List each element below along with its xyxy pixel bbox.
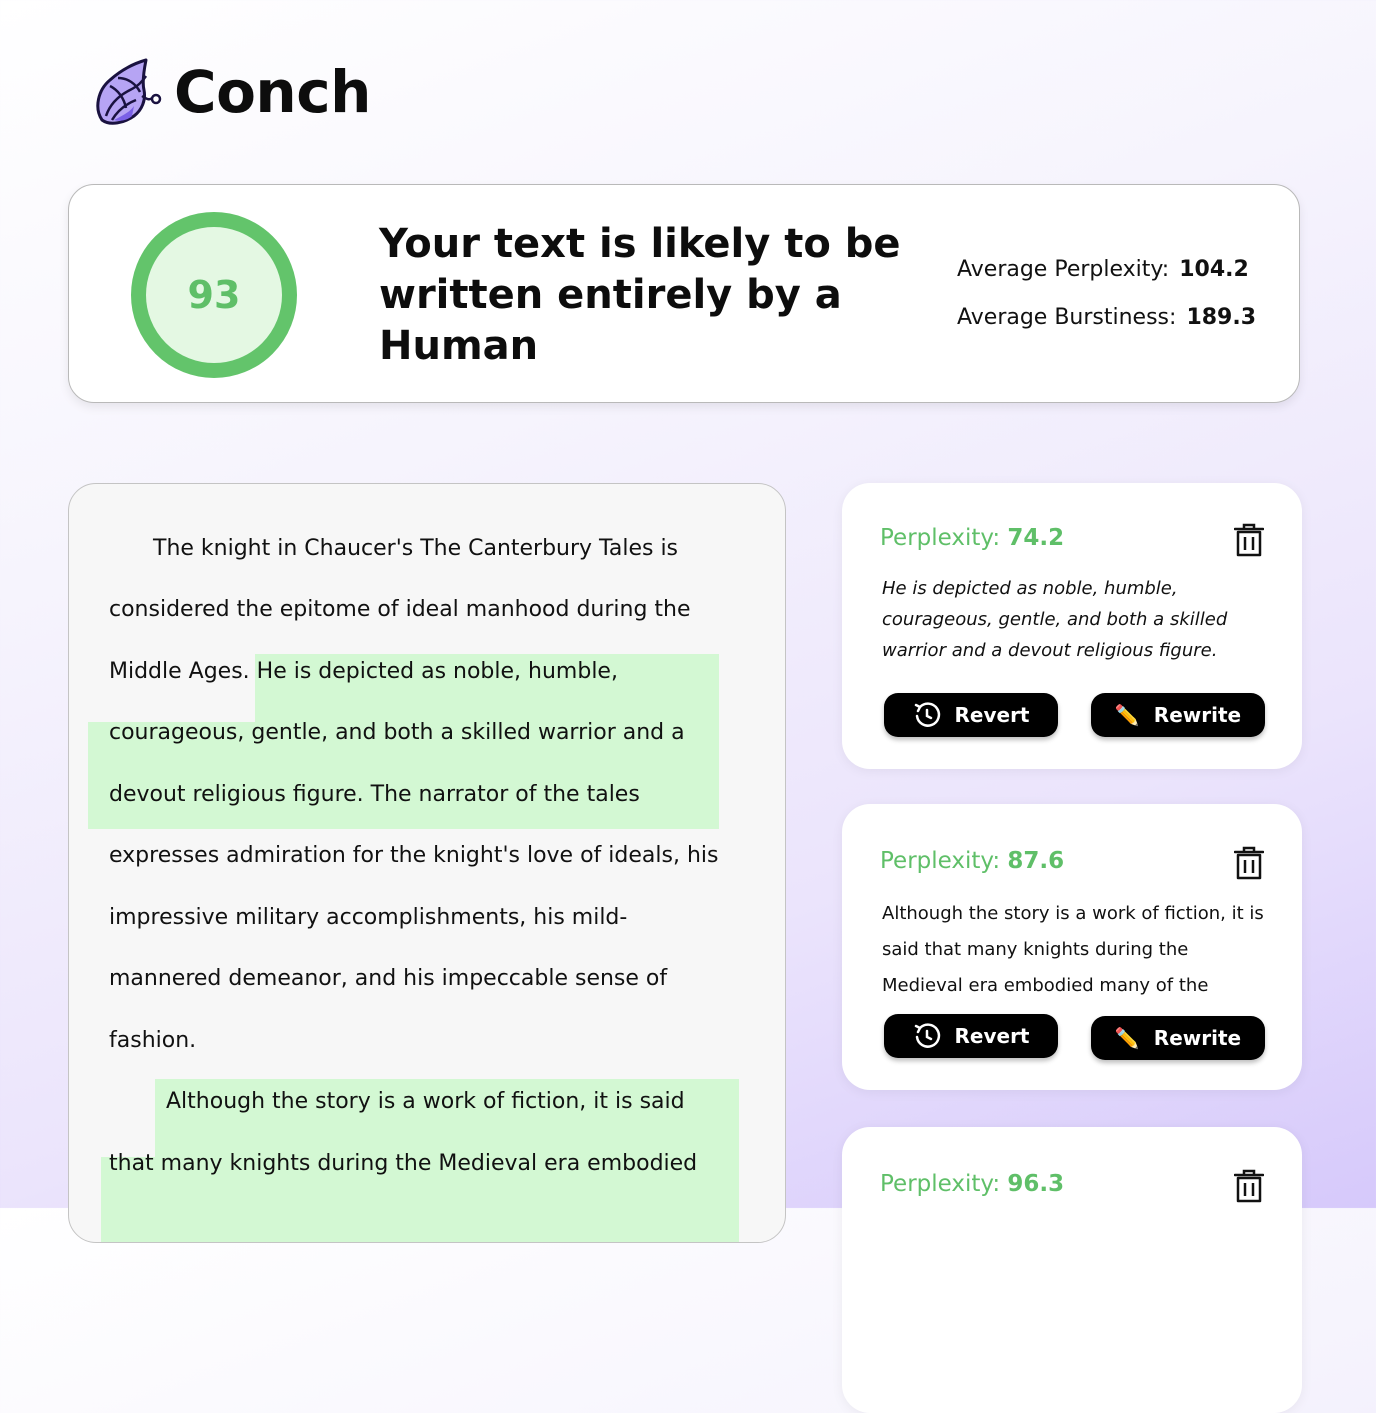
average-perplexity-value: 104.2 [1179, 257, 1249, 282]
trash-icon[interactable] [1234, 1169, 1264, 1203]
card-sentence: Although the story is a work of fiction,… [882, 903, 1264, 996]
document-line: expresses admiration for the knight's lo… [109, 843, 719, 868]
document-line: courageous, gentle, and both a skilled w… [109, 720, 685, 745]
card-perplexity: Perplexity: 74.2 [880, 525, 1064, 551]
trash-icon[interactable] [1234, 846, 1264, 880]
document-line: mannered demeanor, and his impeccable se… [109, 966, 668, 991]
result-summary-panel: 93 Your text is likely to be written ent… [68, 184, 1300, 403]
revert-button[interactable]: Revert [884, 1014, 1058, 1058]
document-line: that many knights during the Medieval er… [109, 1151, 698, 1176]
document-editor[interactable]: The knight in Chaucer's The Canterbury T… [68, 483, 786, 1243]
rewrite-label: Rewrite [1153, 1026, 1242, 1050]
result-headline: Your text is likely to be written entire… [379, 221, 901, 369]
average-burstiness-label: Average Burstiness: [957, 305, 1177, 330]
document-line: fashion. [109, 1028, 197, 1053]
document-line: The knight in Chaucer's The Canterbury T… [153, 536, 679, 561]
human-score: 93 [187, 273, 241, 317]
rewrite-button[interactable]: ✏️ Rewrite [1091, 693, 1265, 737]
document-line: devout religious figure. The narrator of… [109, 782, 640, 807]
pencil-icon: ✏️ [1114, 1026, 1140, 1050]
brand-name: Conch [174, 58, 371, 126]
rewrite-button[interactable]: ✏️ Rewrite [1091, 1016, 1265, 1060]
average-burstiness-row: Average Burstiness: 189.3 [957, 305, 1256, 353]
revert-label: Revert [954, 1024, 1030, 1048]
suggestion-card: Perplexity: 96.3 [842, 1127, 1302, 1413]
suggestion-card: Perplexity: 87.6 Although the story is a… [842, 804, 1302, 1090]
average-perplexity-row: Average Perplexity: 104.2 [957, 257, 1256, 305]
card-sentence: He is depicted as noble, humble, courage… [882, 578, 1228, 661]
trash-icon[interactable] [1234, 523, 1264, 557]
card-perplexity-value: 74.2 [1007, 525, 1065, 551]
revert-icon [914, 1023, 940, 1048]
pencil-icon: ✏️ [1114, 703, 1140, 727]
human-score-ring: 93 [131, 212, 297, 378]
revert-button[interactable]: Revert [884, 693, 1058, 737]
revert-icon [914, 702, 940, 727]
card-perplexity-label: Perplexity: [880, 848, 1001, 874]
document-line: impressive military accomplishments, his… [109, 905, 628, 930]
revert-label: Revert [954, 703, 1030, 727]
card-perplexity-value: 87.6 [1007, 848, 1065, 874]
average-burstiness-value: 189.3 [1186, 305, 1257, 330]
average-metrics: Average Perplexity: 104.2 Average Bursti… [957, 257, 1256, 353]
conch-shell-icon [96, 58, 162, 125]
document-line: Middle Ages. He is depicted as noble, hu… [109, 659, 618, 684]
card-perplexity: Perplexity: 96.3 [880, 1171, 1064, 1197]
brand-logo: Conch [88, 56, 371, 128]
suggestion-card: Perplexity: 74.2 He is depicted as noble… [842, 483, 1302, 769]
card-perplexity-value: 96.3 [1007, 1171, 1065, 1197]
average-perplexity-label: Average Perplexity: [957, 257, 1170, 282]
card-perplexity-label: Perplexity: [880, 525, 1001, 551]
card-perplexity-label: Perplexity: [880, 1171, 1001, 1197]
card-perplexity: Perplexity: 87.6 [880, 848, 1064, 874]
document-line: Although the story is a work of fiction,… [166, 1089, 685, 1114]
rewrite-label: Rewrite [1153, 703, 1242, 727]
document-line: considered the epitome of ideal manhood … [109, 597, 691, 622]
